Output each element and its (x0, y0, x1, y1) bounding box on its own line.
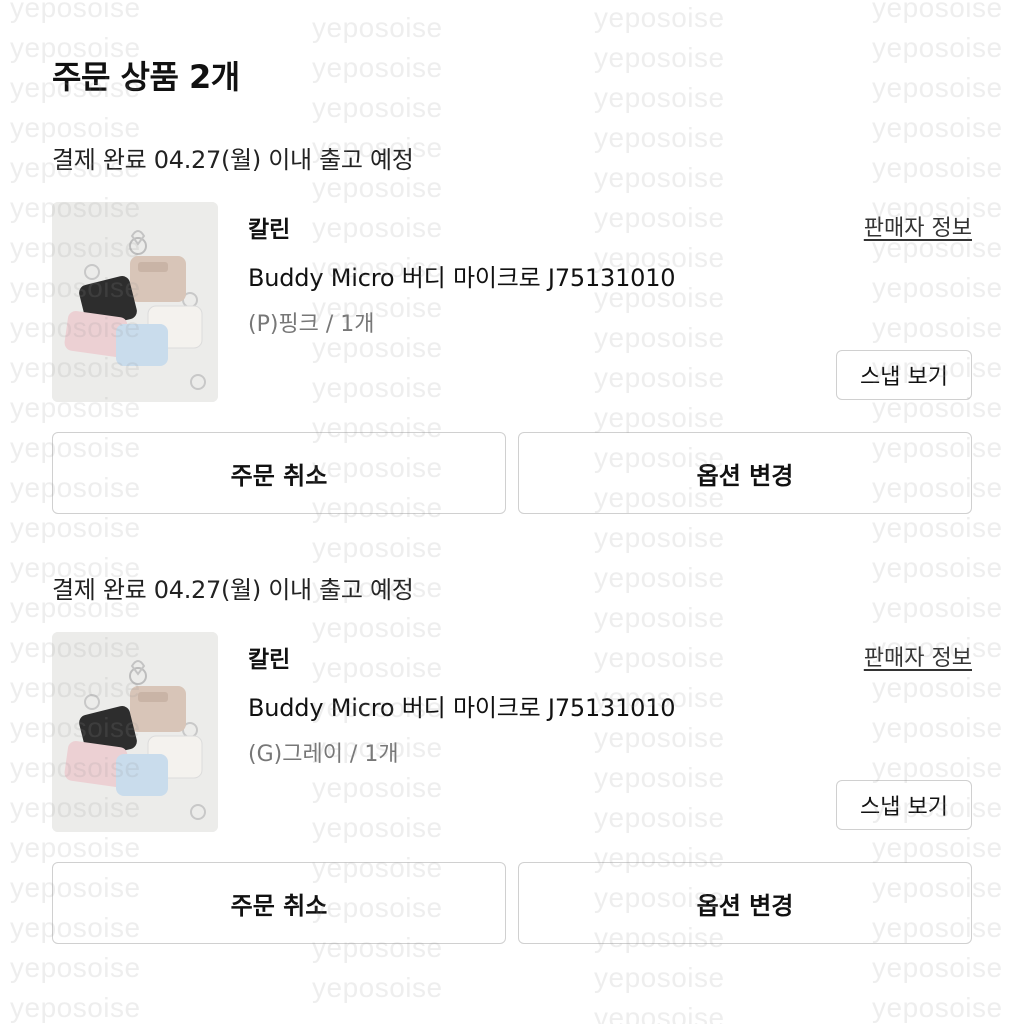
watermark-text: yeposoise (594, 402, 725, 433)
watermark-text: yeposoise (872, 72, 1003, 103)
watermark-text: yeposoise (594, 362, 725, 393)
view-snap-button[interactable]: 스냅 보기 (836, 350, 972, 400)
watermark-text: yeposoise (312, 52, 443, 83)
watermark-text: yeposoise (10, 992, 141, 1023)
brand-name: 칼린 (248, 217, 291, 243)
watermark-text: yeposoise (872, 952, 1003, 983)
watermark-text: yeposoise (872, 712, 1003, 743)
watermark-text: yeposoise (594, 2, 725, 33)
watermark-text: yeposoise (594, 522, 725, 553)
shipping-notice: 결제 완료 04.27(월) 이내 출고 예정 (52, 146, 414, 174)
product-option: (G)그레이 / 1개 (248, 742, 399, 767)
watermark-text: yeposoise (10, 0, 141, 23)
view-snap-button[interactable]: 스냅 보기 (836, 780, 972, 830)
watermark-text: yeposoise (594, 202, 725, 233)
change-option-button[interactable]: 옵션 변경 (518, 862, 972, 944)
watermark-text: yeposoise (312, 812, 443, 843)
watermark-text: yeposoise (10, 512, 141, 543)
brand-name: 칼린 (248, 647, 291, 673)
watermark-text: yeposoise (872, 672, 1003, 703)
cancel-order-button[interactable]: 주문 취소 (52, 862, 506, 944)
watermark-text: yeposoise (872, 272, 1003, 303)
shipping-notice: 결제 완료 04.27(월) 이내 출고 예정 (52, 576, 414, 604)
watermark-text: yeposoise (594, 962, 725, 993)
watermark-text: yeposoise (872, 312, 1003, 343)
watermark-text: yeposoise (594, 722, 725, 753)
watermark-text: yeposoise (312, 612, 443, 643)
watermark-text: yeposoise (594, 82, 725, 113)
watermark-text: yeposoise (872, 832, 1003, 863)
product-name: Buddy Micro 버디 마이크로 J75131010 (248, 264, 676, 292)
watermark-text: yeposoise (594, 802, 725, 833)
watermark-text: yeposoise (10, 832, 141, 863)
watermark-text: yeposoise (312, 532, 443, 563)
watermark-text: yeposoise (594, 562, 725, 593)
watermark-text: yeposoise (872, 112, 1003, 143)
order-actions: 주문 취소 옵션 변경 (52, 862, 972, 944)
watermark-text: yeposoise (872, 32, 1003, 63)
watermark-text: yeposoise (594, 322, 725, 353)
watermark-text: yeposoise (594, 642, 725, 673)
watermark-text: yeposoise (872, 512, 1003, 543)
watermark-text: yeposoise (312, 172, 443, 203)
watermark-text: yeposoise (312, 92, 443, 123)
watermark-text: yeposoise (594, 122, 725, 153)
seller-info-link[interactable]: 판매자 정보 (864, 210, 972, 242)
cancel-order-button[interactable]: 주문 취소 (52, 432, 506, 514)
seller-info-link[interactable]: 판매자 정보 (864, 640, 972, 672)
watermark-text: yeposoise (594, 762, 725, 793)
change-option-button[interactable]: 옵션 변경 (518, 432, 972, 514)
watermark-text: yeposoise (594, 162, 725, 193)
product-option: (P)핑크 / 1개 (248, 312, 375, 337)
watermark-text: yeposoise (312, 652, 443, 683)
order-actions: 주문 취소 옵션 변경 (52, 432, 972, 514)
watermark-text: yeposoise (312, 372, 443, 403)
watermark-text: yeposoise (594, 602, 725, 633)
product-name: Buddy Micro 버디 마이크로 J75131010 (248, 694, 676, 722)
watermark-text: yeposoise (872, 152, 1003, 183)
watermark-text: yeposoise (872, 592, 1003, 623)
watermark-text: yeposoise (10, 952, 141, 983)
product-thumbnail[interactable] (52, 632, 218, 832)
order-items-page: 주문 상품 2개 결제 완료 04.27(월) 이내 출고 예정 칼린 판매자 … (0, 0, 1024, 1024)
watermark-text: yeposoise (594, 42, 725, 73)
watermark-text: yeposoise (312, 772, 443, 803)
watermark-text: yeposoise (872, 992, 1003, 1023)
product-thumbnail[interactable] (52, 202, 218, 402)
watermark-text: yeposoise (594, 1002, 725, 1024)
watermark-text: yeposoise (312, 12, 443, 43)
watermark-text: yeposoise (872, 552, 1003, 583)
page-title: 주문 상품 2개 (52, 58, 240, 96)
watermark-text: yeposoise (872, 0, 1003, 23)
watermark-text: yeposoise (312, 212, 443, 243)
watermark-text: yeposoise (312, 972, 443, 1003)
